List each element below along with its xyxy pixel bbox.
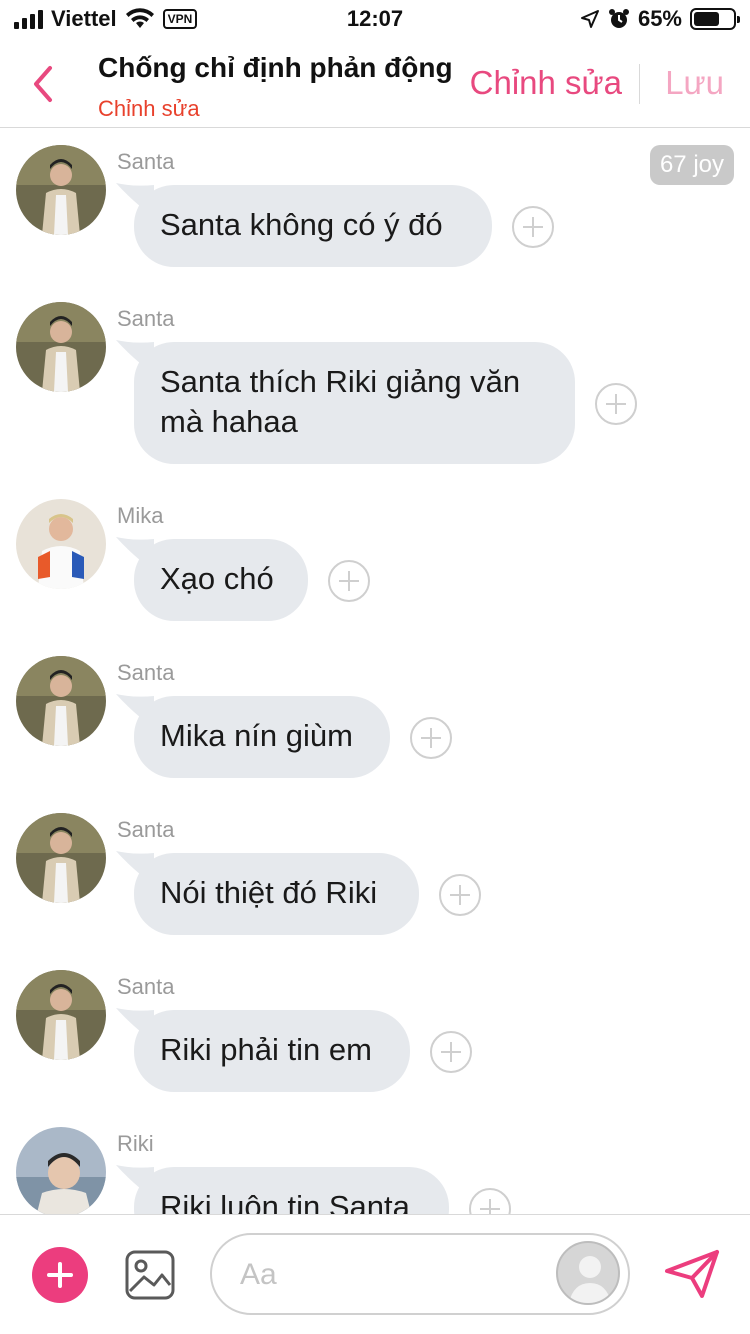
avatar-santa[interactable] [16, 656, 106, 746]
message-bubble[interactable]: Nói thiệt đó Riki [134, 853, 419, 935]
message-bubble[interactable]: Santa không có ý đó [134, 185, 492, 267]
sender-name: Santa [117, 974, 175, 999]
person-icon [568, 1256, 612, 1303]
sender-name: Riki [117, 1131, 154, 1156]
message-bubble[interactable]: Santa thích Riki giảng văn mà hahaa [134, 342, 575, 464]
location-icon [580, 10, 599, 28]
status-bar: Viettel VPN 12:07 65% [0, 0, 750, 40]
add-reaction-button[interactable] [430, 1031, 472, 1073]
message-bubble[interactable]: Riki luôn tin Santa [134, 1167, 449, 1214]
avatar-santa[interactable] [16, 970, 106, 1060]
image-icon[interactable] [124, 1249, 176, 1301]
battery-percent: 65% [637, 6, 682, 31]
back-chevron-icon[interactable] [26, 62, 62, 106]
add-reaction-button[interactable] [328, 560, 370, 602]
avatar-riki[interactable] [16, 1127, 106, 1214]
message-bubble[interactable]: Riki phải tin em [134, 1010, 410, 1092]
alarm-icon [608, 9, 629, 28]
chat-header: Chống chỉ định phản động Chỉnh sửa Chỉnh… [0, 40, 750, 128]
persona-avatar-button[interactable] [556, 1241, 620, 1305]
sender-name: Santa [117, 306, 175, 331]
battery-fill [694, 12, 719, 26]
avatar-mika[interactable] [16, 499, 106, 589]
avatar-santa[interactable] [16, 302, 106, 392]
add-reaction-button[interactable] [512, 206, 554, 248]
message-bubble[interactable]: Mika nín giùm [134, 696, 390, 778]
avatar-santa[interactable] [16, 813, 106, 903]
message-item: Riki Riki luôn tin Santa [0, 1111, 750, 1214]
message-input-container [210, 1233, 630, 1315]
header-divider [639, 64, 640, 104]
sender-name: Mika [117, 503, 164, 528]
add-reaction-button[interactable] [469, 1188, 511, 1214]
message-item: Santa Nói thiệt đó Riki [0, 797, 750, 954]
message-item: Santa Riki phải tin em [0, 954, 750, 1111]
message-list[interactable]: 67 joy Santa Santa không có ý đó Santa S… [0, 129, 750, 1214]
edit-button[interactable]: Chỉnh sửa [470, 64, 622, 102]
avatar-santa[interactable] [16, 145, 106, 235]
plus-button[interactable] [32, 1247, 88, 1303]
add-reaction-button[interactable] [595, 383, 637, 425]
sender-name: Santa [117, 817, 175, 842]
add-reaction-button[interactable] [439, 874, 481, 916]
message-input[interactable] [240, 1253, 540, 1297]
chat-subtitle: Chỉnh sửa [98, 96, 200, 121]
sender-name: Santa [117, 660, 175, 685]
add-reaction-button[interactable] [410, 717, 452, 759]
composer-bar [0, 1214, 750, 1334]
save-button[interactable]: Lưu [665, 64, 724, 102]
message-item: Santa Mika nín giùm [0, 640, 750, 797]
battery-icon [690, 8, 740, 30]
chat-title: Chống chỉ định phản động [98, 52, 453, 83]
message-item: Mika Xạo chó [0, 483, 750, 640]
message-item: Santa Santa không có ý đó [0, 129, 750, 286]
sender-name: Santa [117, 149, 175, 174]
send-icon[interactable] [664, 1249, 720, 1299]
message-item: Santa Santa thích Riki giảng văn mà haha… [0, 286, 750, 483]
status-right: 65% [580, 6, 740, 32]
message-bubble[interactable]: Xạo chó [134, 539, 308, 621]
